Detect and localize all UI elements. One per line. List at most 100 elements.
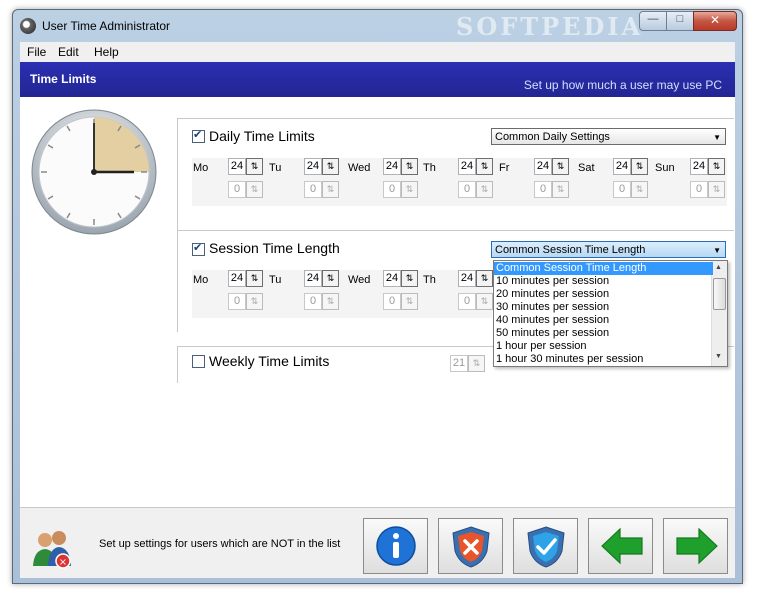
session-hours-spinner[interactable]: 24 ⇅ [383, 270, 421, 287]
up-down-arrows-icon[interactable]: ⇅ [476, 270, 493, 287]
daily-minutes-value[interactable]: 0 [383, 181, 401, 198]
session-minutes-spinner[interactable]: 0 ⇅ [458, 293, 496, 310]
scroll-thumb[interactable] [713, 278, 726, 310]
back-button[interactable] [588, 518, 653, 574]
session-hours-value[interactable]: 24 [228, 270, 246, 287]
up-down-arrows-icon[interactable]: ⇅ [468, 355, 485, 372]
daily-minutes-spinner[interactable]: 0 ⇅ [534, 181, 572, 198]
up-down-arrows-icon[interactable]: ⇅ [401, 158, 418, 175]
weekly-limit-spinner[interactable]: 21 ⇅ [450, 355, 488, 372]
dropdown-option[interactable]: 50 minutes per session [494, 327, 713, 340]
daily-minutes-value[interactable]: 0 [534, 181, 552, 198]
up-down-arrows-icon[interactable]: ⇅ [476, 293, 493, 310]
daily-hours-spinner[interactable]: 24 ⇅ [690, 158, 728, 175]
weekly-limit-value[interactable]: 21 [450, 355, 468, 372]
daily-hours-value[interactable]: 24 [458, 158, 476, 175]
daily-hours-value[interactable]: 24 [383, 158, 401, 175]
daily-minutes-value[interactable]: 0 [228, 181, 246, 198]
up-down-arrows-icon[interactable]: ⇅ [401, 270, 418, 287]
dropdown-option[interactable]: 1 hour 30 minutes per session [494, 353, 713, 366]
minimize-button[interactable]: — [639, 11, 667, 31]
up-down-arrows-icon[interactable]: ⇅ [708, 158, 725, 175]
up-down-arrows-icon[interactable]: ⇅ [631, 181, 648, 198]
daily-hours-value[interactable]: 24 [613, 158, 631, 175]
daily-minutes-spinner[interactable]: 0 ⇅ [228, 181, 266, 198]
session-minutes-spinner[interactable]: 0 ⇅ [383, 293, 421, 310]
up-down-arrows-icon[interactable]: ⇅ [246, 270, 263, 287]
session-minutes-spinner[interactable]: 0 ⇅ [304, 293, 342, 310]
session-minutes-value[interactable]: 0 [228, 293, 246, 310]
session-hours-spinner[interactable]: 24 ⇅ [228, 270, 266, 287]
dropdown-option[interactable]: 40 minutes per session [494, 314, 713, 327]
up-down-arrows-icon[interactable]: ⇅ [246, 158, 263, 175]
daily-minutes-spinner[interactable]: 0 ⇅ [613, 181, 651, 198]
session-length-combo[interactable]: Common Session Time Length ▼ [491, 241, 726, 258]
up-down-arrows-icon[interactable]: ⇅ [552, 181, 569, 198]
up-down-arrows-icon[interactable]: ⇅ [246, 293, 263, 310]
accept-button[interactable] [513, 518, 578, 574]
daily-minutes-spinner[interactable]: 0 ⇅ [690, 181, 728, 198]
dropdown-option[interactable]: 1 hour per session [494, 340, 713, 353]
scroll-up-icon[interactable]: ▲ [715, 264, 722, 271]
daily-limits-checkbox[interactable] [192, 128, 205, 143]
daily-hours-value[interactable]: 24 [304, 158, 322, 175]
daily-hours-spinner[interactable]: 24 ⇅ [304, 158, 342, 175]
dropdown-option[interactable]: 10 minutes per session [494, 275, 713, 288]
session-minutes-spinner[interactable]: 0 ⇅ [228, 293, 266, 310]
session-hours-spinner[interactable]: 24 ⇅ [304, 270, 342, 287]
session-hours-value[interactable]: 24 [383, 270, 401, 287]
dropdown-option[interactable]: Common Session Time Length [494, 262, 713, 275]
session-hours-value[interactable]: 24 [458, 270, 476, 287]
up-down-arrows-icon[interactable]: ⇅ [322, 293, 339, 310]
weekly-limits-checkbox[interactable] [192, 355, 205, 368]
daily-minutes-value[interactable]: 0 [613, 181, 631, 198]
title-bar[interactable]: User Time Administrator SOFTPEDIA — □ ✕ [13, 10, 742, 42]
daily-minutes-spinner[interactable]: 0 ⇅ [304, 181, 342, 198]
close-button[interactable]: ✕ [693, 11, 737, 31]
up-down-arrows-icon[interactable]: ⇅ [322, 158, 339, 175]
daily-minutes-value[interactable]: 0 [304, 181, 322, 198]
daily-hours-value[interactable]: 24 [690, 158, 708, 175]
session-minutes-value[interactable]: 0 [458, 293, 476, 310]
daily-settings-combo[interactable]: Common Daily Settings ▼ [491, 128, 726, 145]
daily-minutes-spinner[interactable]: 0 ⇅ [458, 181, 496, 198]
up-down-arrows-icon[interactable]: ⇅ [401, 293, 418, 310]
session-hours-spinner[interactable]: 24 ⇅ [458, 270, 496, 287]
menu-help[interactable]: Help [94, 45, 119, 59]
daily-minutes-value[interactable]: 0 [690, 181, 708, 198]
up-down-arrows-icon[interactable]: ⇅ [476, 158, 493, 175]
info-button[interactable] [363, 518, 428, 574]
up-down-arrows-icon[interactable]: ⇅ [322, 270, 339, 287]
session-hours-value[interactable]: 24 [304, 270, 322, 287]
daily-hours-spinner[interactable]: 24 ⇅ [383, 158, 421, 175]
daily-minutes-spinner[interactable]: 0 ⇅ [383, 181, 421, 198]
reject-button[interactable] [438, 518, 503, 574]
session-length-checkbox[interactable] [192, 241, 205, 256]
dropdown-scrollbar[interactable]: ▲ ▼ [711, 261, 727, 366]
maximize-button[interactable]: □ [666, 11, 694, 31]
daily-hours-value[interactable]: 24 [534, 158, 552, 175]
daily-hours-value[interactable]: 24 [228, 158, 246, 175]
up-down-arrows-icon[interactable]: ⇅ [552, 158, 569, 175]
session-length-dropdown[interactable]: ▲ ▼ Common Session Time Length 10 minutes… [493, 260, 728, 367]
up-down-arrows-icon[interactable]: ⇅ [631, 158, 648, 175]
scroll-down-icon[interactable]: ▼ [715, 353, 722, 360]
up-down-arrows-icon[interactable]: ⇅ [708, 181, 725, 198]
daily-hours-spinner[interactable]: 24 ⇅ [613, 158, 651, 175]
minimize-icon: — [647, 13, 659, 25]
next-button[interactable] [663, 518, 728, 574]
up-down-arrows-icon[interactable]: ⇅ [246, 181, 263, 198]
daily-minutes-value[interactable]: 0 [458, 181, 476, 198]
menu-file[interactable]: File [27, 45, 46, 59]
menu-edit[interactable]: Edit [58, 45, 79, 59]
session-minutes-value[interactable]: 0 [383, 293, 401, 310]
daily-hours-spinner[interactable]: 24 ⇅ [534, 158, 572, 175]
up-down-arrows-icon[interactable]: ⇅ [322, 181, 339, 198]
dropdown-option[interactable]: 20 minutes per session [494, 288, 713, 301]
daily-hours-spinner[interactable]: 24 ⇅ [458, 158, 496, 175]
up-down-arrows-icon[interactable]: ⇅ [401, 181, 418, 198]
session-minutes-value[interactable]: 0 [304, 293, 322, 310]
dropdown-option[interactable]: 30 minutes per session [494, 301, 713, 314]
daily-hours-spinner[interactable]: 24 ⇅ [228, 158, 266, 175]
up-down-arrows-icon[interactable]: ⇅ [476, 181, 493, 198]
